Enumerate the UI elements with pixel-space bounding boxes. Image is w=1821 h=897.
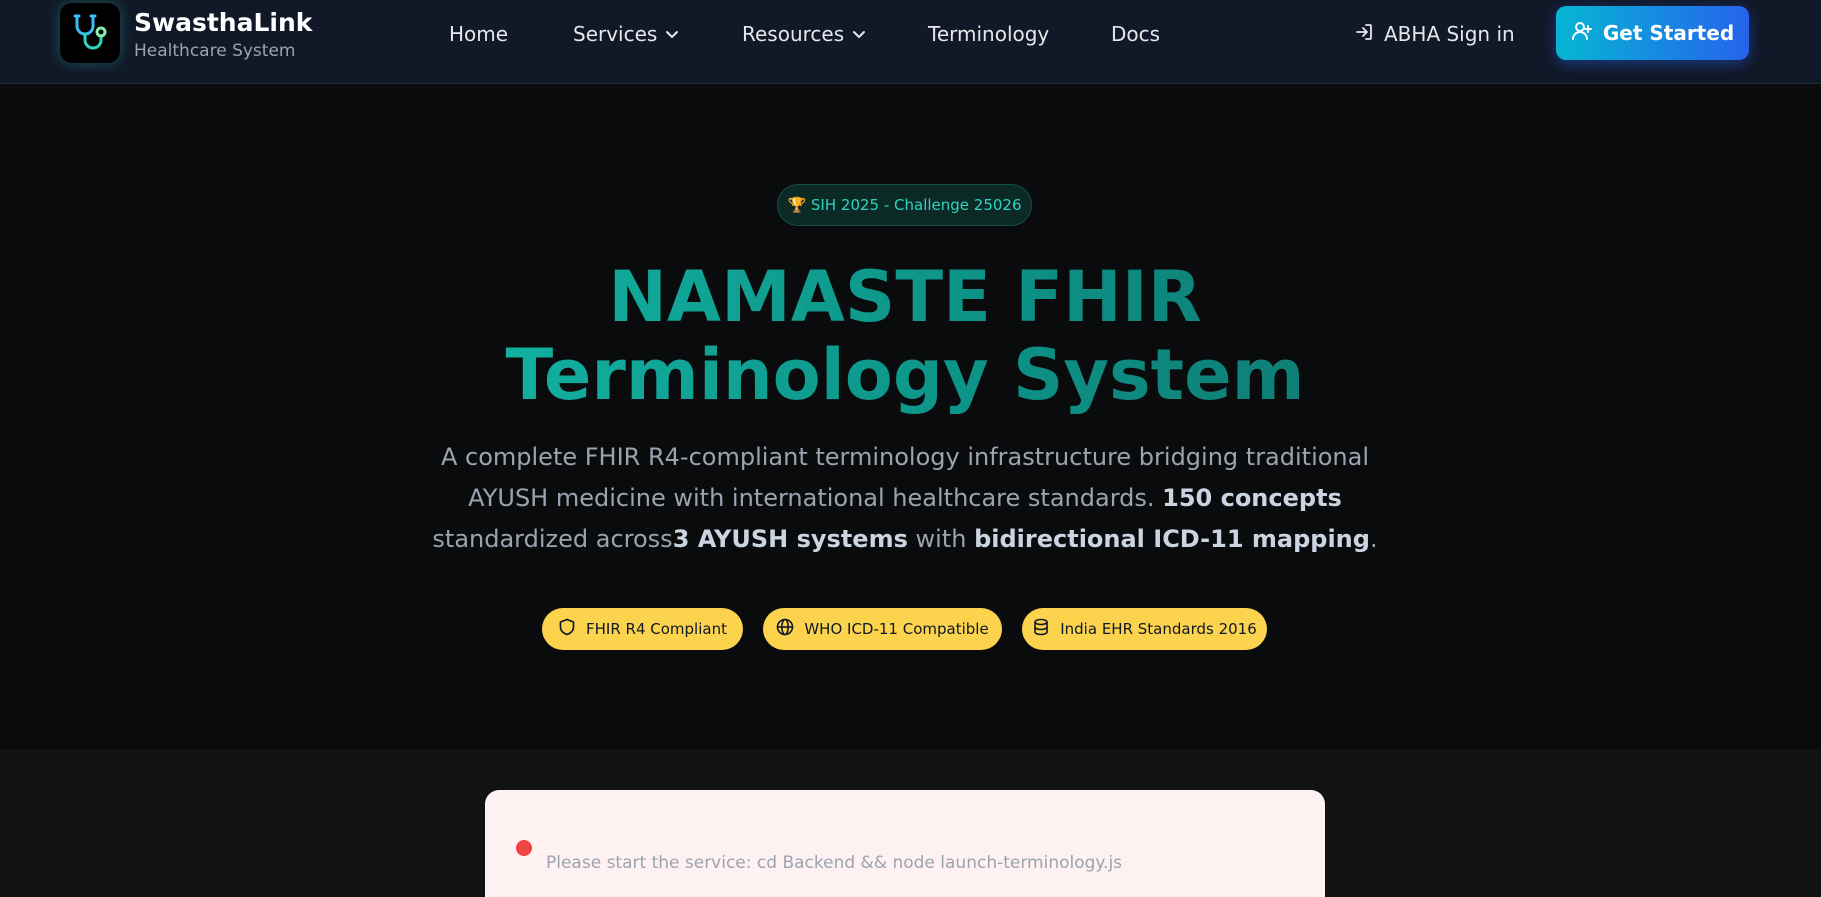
- shield-icon: [558, 618, 576, 640]
- hero-desc-systems: 3 AYUSH systems: [672, 525, 908, 553]
- fhir-compliant-label: FHIR R4 Compliant: [586, 620, 727, 638]
- get-started-button[interactable]: Get Started: [1556, 6, 1749, 60]
- hero-desc-text-2: standardized across: [432, 525, 673, 553]
- brand-name[interactable]: SwasthaLink: [134, 8, 312, 37]
- ehr-standards-label: India EHR Standards 2016: [1060, 620, 1257, 638]
- logo-stethoscope-icon[interactable]: [60, 3, 120, 63]
- nav-resources-label: Resources: [742, 22, 845, 46]
- get-started-label: Get Started: [1602, 21, 1735, 45]
- hero-desc-text-3: with: [907, 525, 975, 553]
- icd11-compatible-pill: WHO ICD-11 Compatible: [763, 608, 1002, 650]
- nav-terminology-label: Terminology: [928, 22, 1050, 46]
- ehr-standards-pill: India EHR Standards 2016: [1022, 608, 1267, 650]
- hero-title: NAMASTE FHIR Terminology System: [360, 258, 1450, 414]
- service-status-title: Terminology Service Status: Offline: [546, 826, 904, 847]
- chevron-down-icon: [852, 27, 866, 41]
- chevron-down-icon: [665, 27, 679, 41]
- brand-subtitle: Healthcare System: [134, 41, 296, 61]
- login-icon: [1354, 22, 1374, 47]
- status-offline-dot: [516, 840, 532, 856]
- fhir-compliant-pill: FHIR R4 Compliant: [542, 608, 743, 650]
- nav-services[interactable]: Services: [573, 20, 679, 48]
- hero-desc-concepts: 150 concepts: [1162, 484, 1342, 512]
- hero-desc-text-4: .: [1369, 525, 1378, 553]
- nav-docs[interactable]: Docs: [1111, 20, 1160, 48]
- nav-resources[interactable]: Resources: [742, 20, 866, 48]
- hero-description: A complete FHIR R4-compliant terminology…: [420, 437, 1390, 560]
- database-icon: [1032, 618, 1050, 640]
- nav-terminology[interactable]: Terminology: [928, 20, 1049, 48]
- abha-signin-link[interactable]: ABHA Sign in: [1354, 20, 1515, 48]
- nav-home-label: Home: [449, 22, 509, 46]
- hero-desc-mapping: bidirectional ICD-11 mapping: [974, 525, 1370, 553]
- icd11-compatible-label: WHO ICD-11 Compatible: [804, 620, 989, 638]
- user-plus-icon: [1571, 20, 1593, 47]
- abha-signin-label: ABHA Sign in: [1384, 22, 1515, 46]
- nav-services-label: Services: [573, 22, 658, 46]
- challenge-badge: 🏆 SIH 2025 - Challenge 25026: [777, 184, 1032, 226]
- nav-home[interactable]: Home: [449, 20, 508, 48]
- service-status-message: Please start the service: cd Backend && …: [546, 853, 1123, 873]
- navbar: SwasthaLink Healthcare System Home Servi…: [0, 0, 1821, 84]
- globe-icon: [776, 618, 794, 640]
- nav-docs-label: Docs: [1111, 22, 1161, 46]
